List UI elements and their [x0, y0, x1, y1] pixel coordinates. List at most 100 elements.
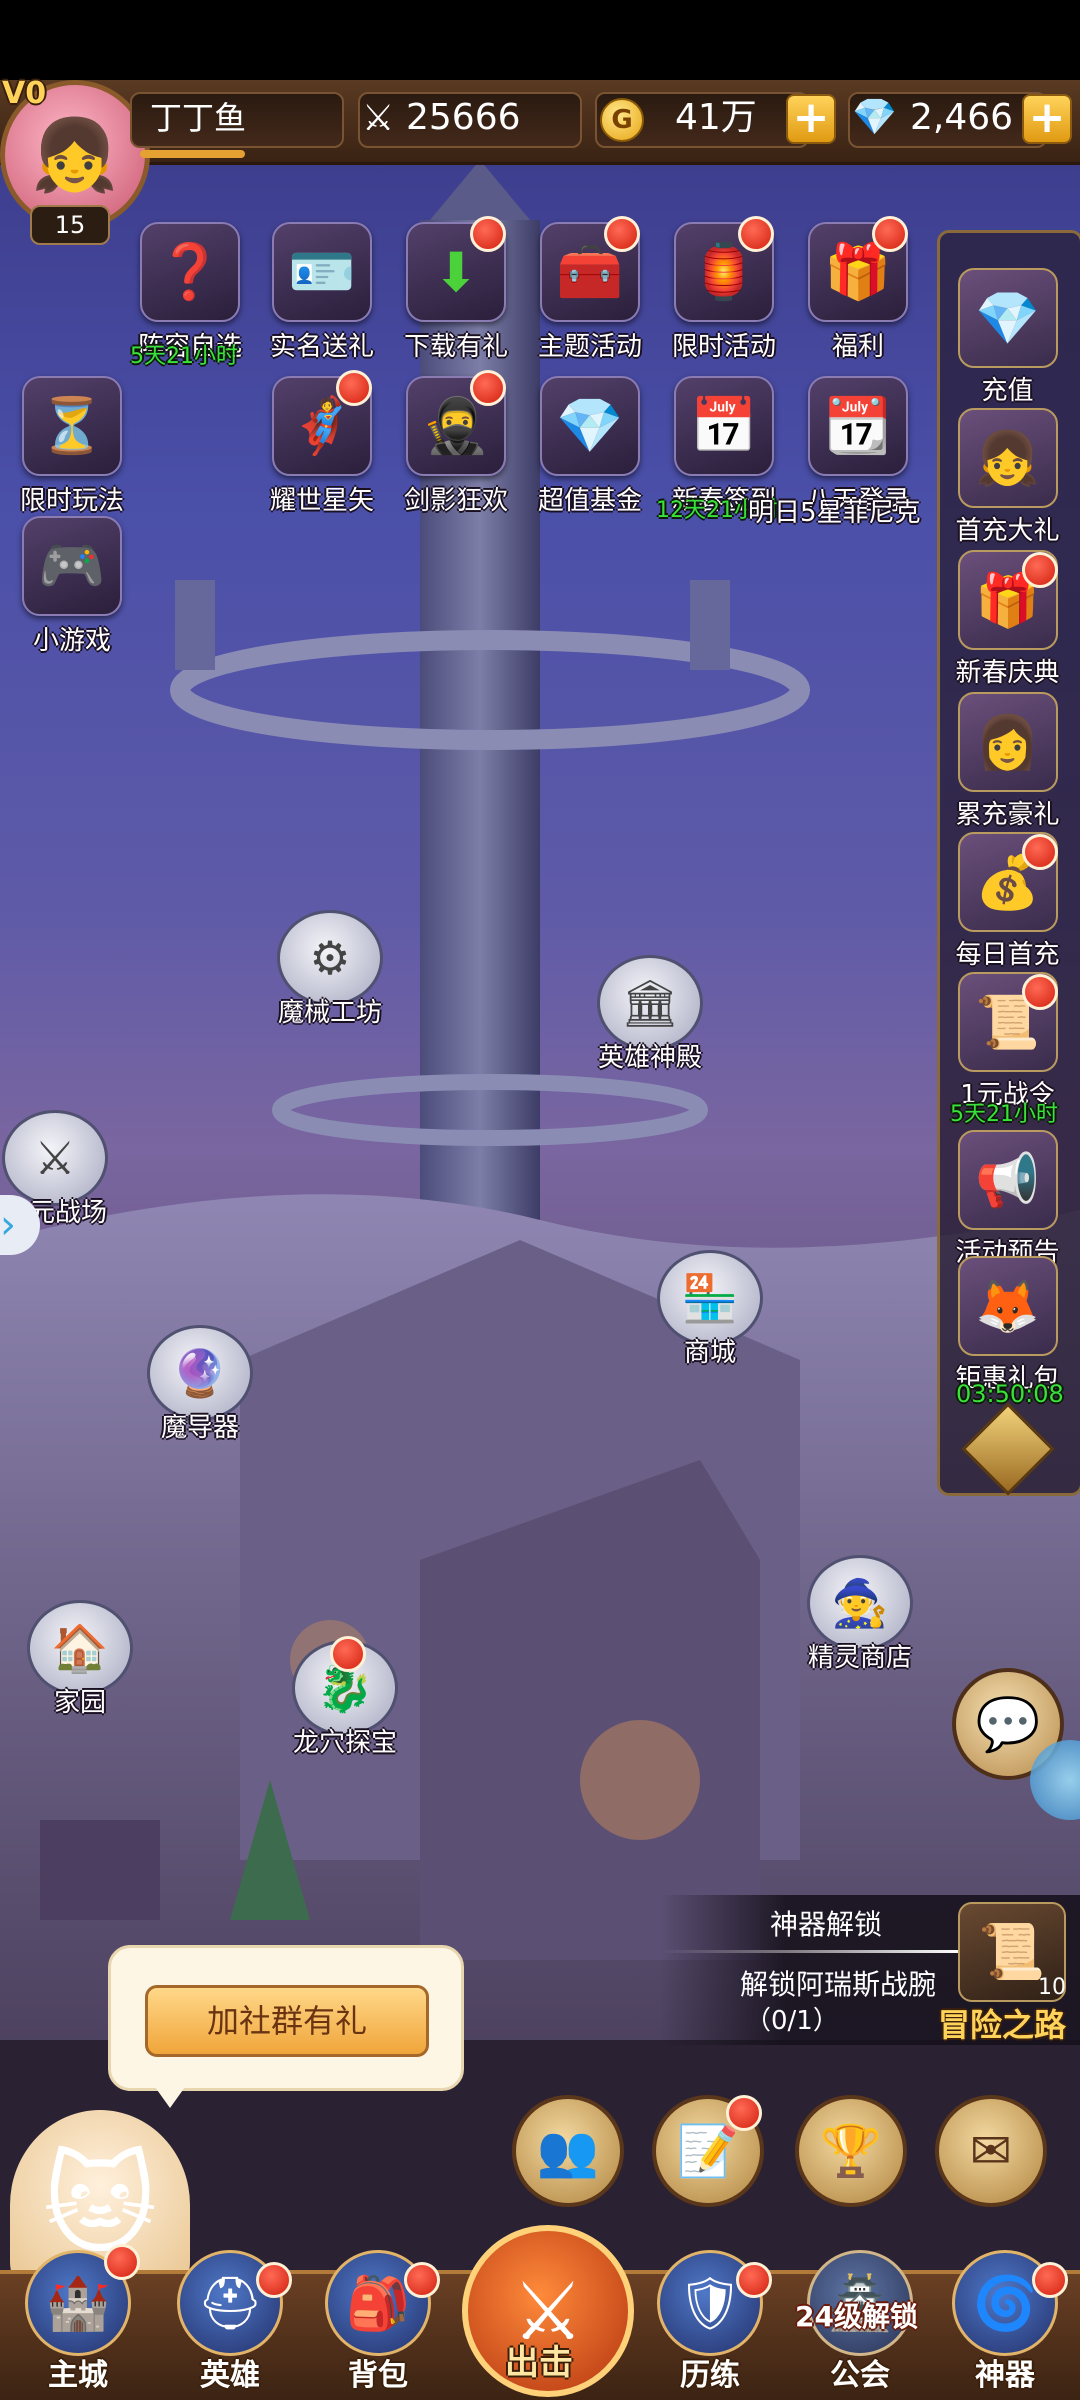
trophy-icon: 🏆: [819, 2121, 883, 2180]
exp-bar: [140, 150, 245, 158]
building-label: 商城: [683, 1338, 736, 1368]
notification-dot: [1022, 552, 1058, 588]
notification-dot: [1032, 2262, 1068, 2298]
building-label: 龙穴探宝: [292, 1728, 397, 1758]
building-home[interactable]: 🏠 家园: [20, 1600, 140, 1719]
building-label: 英雄神殿: [597, 1043, 702, 1073]
notification-dot: [404, 2262, 440, 2298]
notification-dot: [1022, 834, 1058, 870]
nav-label: 背包: [348, 2358, 408, 2393]
building-magic-device[interactable]: 🔮 魔导器: [140, 1325, 260, 1444]
event-label: 下载有礼: [403, 332, 508, 362]
people-icon: 👥: [536, 2121, 600, 2180]
gem-fund-icon: 💎: [540, 376, 640, 476]
notification-dot: [1022, 974, 1058, 1010]
notification-dot: [738, 216, 774, 252]
event-label: 实名送礼: [269, 332, 374, 362]
lineup-timer: 5天21小时: [130, 344, 238, 369]
right-event-preview[interactable]: 📢 活动预告: [940, 1130, 1075, 1269]
event-realname-gift[interactable]: 🪪 实名送礼: [262, 222, 382, 372]
add-diamond-button[interactable]: +: [1022, 94, 1072, 144]
pink-hair-portrait-icon: 👩: [957, 692, 1058, 792]
checklist-icon: 📝: [676, 2121, 740, 2180]
girl-portrait-icon: 👧: [957, 408, 1058, 508]
building-label: 魔械工坊: [277, 998, 382, 1028]
event-label: 限时活动: [671, 332, 776, 362]
event-label: 主题活动: [537, 332, 642, 362]
right-label: 新春庆典: [955, 658, 1060, 688]
event-label: 剑影狂欢: [403, 486, 508, 516]
join-community-button[interactable]: 加社群有礼: [145, 1985, 429, 2057]
event-label: 福利: [831, 332, 884, 362]
event-label: 超值基金: [537, 486, 642, 516]
nav-label: 公会: [830, 2358, 890, 2393]
right-label: 每日首充: [955, 940, 1060, 970]
gamepad-icon: 🎮: [22, 516, 122, 616]
achievements-button[interactable]: 🏆: [795, 2095, 907, 2207]
event-value-fund[interactable]: 💎 超值基金: [530, 376, 650, 526]
event-label: 耀世星矢: [269, 486, 374, 516]
building-hero-temple[interactable]: 🏛 英雄神殿: [590, 955, 710, 1074]
notification-dot: [336, 370, 372, 406]
right-label: 充值: [981, 376, 1034, 406]
fox-girl-icon: 🦊: [957, 1256, 1058, 1356]
notification-dot: [604, 216, 640, 252]
right-first-recharge[interactable]: 👧 首充大礼: [940, 408, 1075, 547]
nav-label: 历练: [680, 2358, 740, 2393]
nav-label: 神器: [975, 2358, 1035, 2393]
building-mech-workshop[interactable]: ⚙ 魔械工坊: [270, 910, 390, 1029]
notification-dot: [470, 370, 506, 406]
hourglass-icon: ⏳: [22, 376, 122, 476]
right-label: 首充大礼: [955, 516, 1060, 546]
add-gold-button[interactable]: +: [786, 94, 836, 144]
quest-progress: （0/1）: [745, 2006, 839, 2036]
crossed-swords-icon: ⚔: [362, 98, 395, 139]
question-card-icon: ❓: [140, 222, 240, 322]
mail-button[interactable]: ✉: [935, 2095, 1047, 2207]
friends-button[interactable]: 👥: [512, 2095, 624, 2207]
notification-dot: [726, 2095, 762, 2131]
event-mini-game[interactable]: 🎮 小游戏: [12, 516, 132, 666]
right-label: 累充豪礼: [955, 800, 1060, 830]
right-recharge[interactable]: 💎 充值: [940, 268, 1075, 407]
game-scene: 👧 V0 15 丁丁鱼 ⚔ 25666 G 41万 + 💎 2,466 + ❓ …: [0, 0, 1080, 2400]
player-level: 15: [30, 205, 110, 245]
quest-divider: [660, 1950, 960, 1953]
diamond-pile-icon: 💎: [957, 268, 1058, 368]
building-elf-shop[interactable]: 🧙 精灵商店: [800, 1555, 920, 1674]
guild-unlock-label: 24级解锁: [795, 2300, 918, 2333]
notification-dot: [872, 216, 908, 252]
battle-label: 出击: [505, 2343, 573, 2383]
building-label: 魔导器: [160, 1413, 239, 1443]
gold-coin-icon: G: [600, 98, 644, 142]
event-limited-play[interactable]: ⏳ 限时玩法: [12, 376, 132, 526]
megaphone-icon: 📢: [957, 1130, 1058, 1230]
calendar-8-icon: 📆: [808, 376, 908, 476]
notification-dot: [104, 2244, 140, 2280]
building-label: 精灵商店: [807, 1643, 912, 1673]
nav-label: 英雄: [200, 2358, 260, 2393]
power-value: 25666: [406, 97, 521, 138]
building-label: 家园: [53, 1688, 106, 1718]
id-card-icon: 🪪: [272, 222, 372, 322]
speech-tail: [150, 2080, 190, 2108]
notification-dot: [470, 216, 506, 252]
event-label: 小游戏: [32, 626, 111, 656]
nav-label: 主城: [48, 2358, 108, 2393]
adventure-count: 10: [1038, 1975, 1066, 2000]
login-reward-preview: 明日5星菲尼克: [748, 498, 921, 528]
diamond-icon: 💎: [852, 97, 897, 138]
right-cumulative-recharge[interactable]: 👩 累充豪礼: [940, 692, 1075, 831]
quest-description: 解锁阿瑞斯战腕: [740, 1968, 937, 2001]
player-name: 丁丁鱼: [150, 99, 247, 137]
vip-badge[interactable]: V0: [2, 76, 46, 111]
calendar-icon: 📅: [674, 376, 774, 476]
adventure-road-label[interactable]: 冒险之路: [938, 2000, 1066, 2046]
right-discount-pack[interactable]: 🦊 钜惠礼包: [940, 1256, 1075, 1395]
envelope-icon: ✉: [970, 2122, 1012, 2180]
battle-pass-timer: 5天21小时: [950, 1102, 1058, 1127]
building-shop[interactable]: 🏪 商城: [650, 1250, 770, 1369]
quest-title: 神器解锁: [770, 1908, 883, 1941]
notification-dot: [330, 1636, 366, 1672]
event-label: 限时玩法: [19, 486, 124, 516]
